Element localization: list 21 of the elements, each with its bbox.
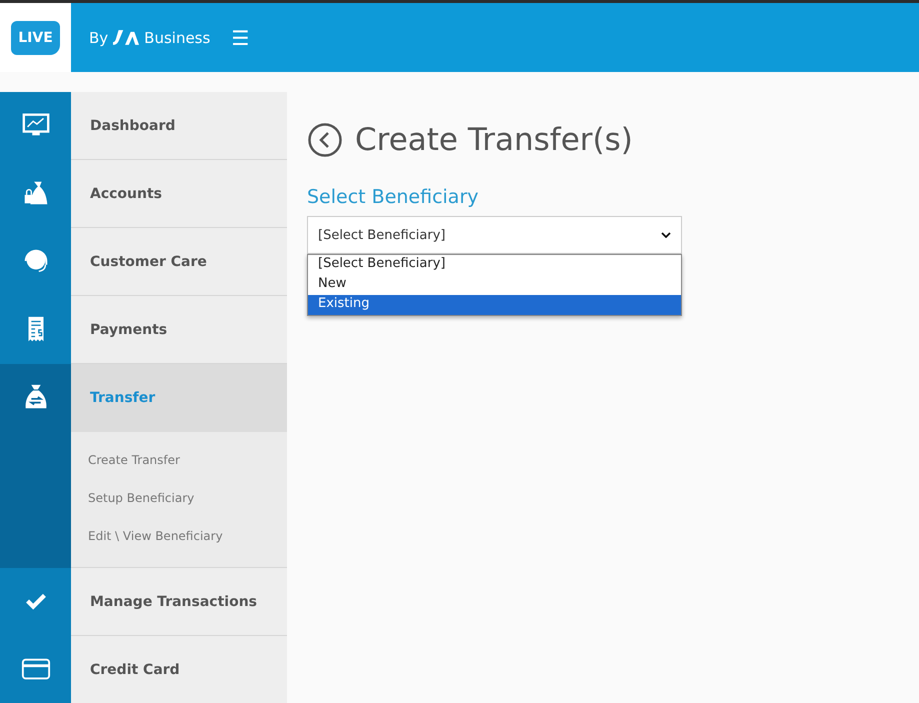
submenu-item[interactable]: Setup Beneficiary — [71, 481, 287, 519]
back-icon[interactable] — [307, 122, 343, 158]
sidebar-item[interactable]: Customer Care — [71, 228, 287, 296]
submenu-item[interactable]: Create Transfer — [71, 443, 287, 481]
sidebar-item[interactable]: Manage Transactions — [71, 568, 287, 636]
brand-prefix: By — [89, 28, 108, 46]
sidebar-item[interactable]: Credit Card — [71, 636, 287, 703]
submenu-item[interactable]: Edit \ View Beneficiary — [71, 519, 287, 557]
dropdown-option[interactable]: New — [308, 275, 681, 295]
dropdown-option[interactable]: Existing — [308, 295, 681, 315]
sidebar-item[interactable]: Payments — [71, 296, 287, 364]
logo: LIVE — [11, 20, 60, 54]
beneficiary-select[interactable]: [Select Beneficiary] — [307, 216, 682, 254]
sidebar-item[interactable]: Dashboard — [71, 92, 287, 160]
sidebar-item[interactable]: Accounts — [71, 160, 287, 228]
section-title: Select Beneficiary — [307, 186, 480, 208]
dropdown-option[interactable]: [Select Beneficiary] — [308, 255, 681, 275]
chevron-down-icon — [661, 232, 671, 238]
page-title: Create Transfer(s) — [355, 122, 633, 158]
brand-mark-icon — [113, 30, 140, 45]
brand-name: Business — [144, 28, 210, 46]
